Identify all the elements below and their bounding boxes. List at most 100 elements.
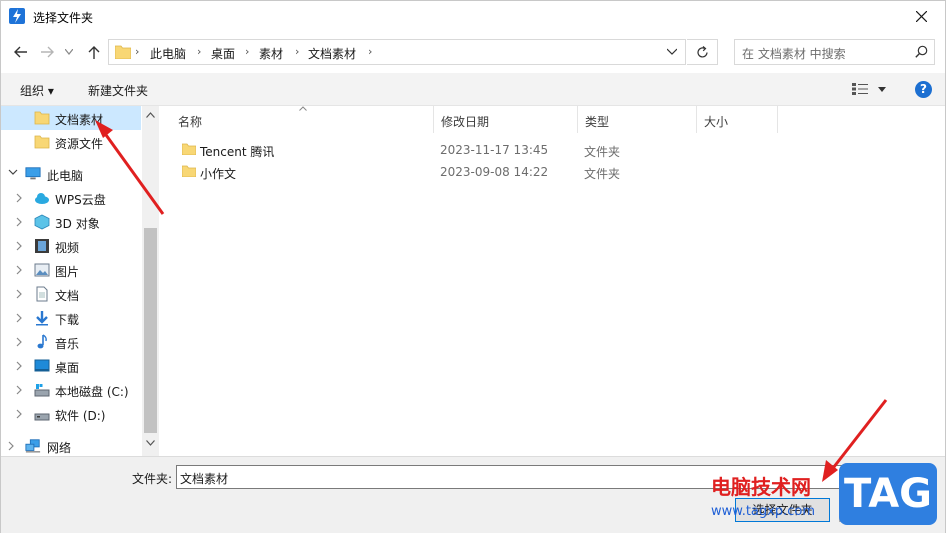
view-options-icon[interactable]: [852, 83, 868, 95]
sidebar-item-desktop[interactable]: 桌面: [1, 354, 141, 378]
back-button[interactable]: [9, 39, 33, 65]
column-header-label: 名称: [178, 115, 203, 129]
breadcrumb-materials[interactable]: 素材: [259, 45, 283, 62]
column-header-date[interactable]: 修改日期: [434, 106, 578, 133]
sidebar-item-drive-c[interactable]: 本地磁盘 (C:): [1, 378, 141, 402]
up-arrow-icon: [88, 46, 100, 59]
file-date: 2023-11-17 13:45: [440, 143, 549, 157]
sidebar-item-label: 文档: [55, 289, 80, 303]
column-header-label: 类型: [585, 115, 610, 129]
sidebar-item-label: 音乐: [55, 337, 80, 351]
breadcrumb-separator: ›: [295, 45, 300, 58]
close-button[interactable]: [899, 1, 945, 32]
chevron-right-icon[interactable]: [16, 265, 23, 275]
caret-down-icon[interactable]: [878, 87, 886, 92]
new-folder-button[interactable]: 新建文件夹: [88, 82, 148, 99]
table-row[interactable]: Tencent 腾讯 2023-11-17 13:45 文件夹: [159, 139, 779, 161]
column-header-name[interactable]: 名称: [171, 106, 434, 133]
network-icon: [25, 439, 41, 453]
desktop-icon: [34, 359, 50, 372]
search-input[interactable]: 在 文档素材 中搜索: [734, 39, 935, 65]
recent-locations-button[interactable]: [61, 39, 77, 65]
forward-button[interactable]: [35, 39, 59, 65]
chevron-down-icon: [65, 49, 73, 55]
sidebar-item-label: 下载: [55, 313, 80, 327]
sidebar-item-drive-d[interactable]: 软件 (D:): [1, 402, 141, 426]
drive-icon: [34, 413, 50, 421]
file-name: Tencent 腾讯: [200, 145, 275, 159]
chevron-right-icon[interactable]: [16, 361, 23, 371]
sidebar-item-label: 本地磁盘 (C:): [55, 385, 129, 399]
chevron-down-icon[interactable]: [8, 169, 18, 176]
breadcrumb-this-pc[interactable]: 此电脑: [150, 45, 186, 62]
up-button[interactable]: [83, 39, 107, 65]
title-bar: 选择文件夹: [1, 1, 945, 32]
chevron-right-icon[interactable]: [16, 193, 23, 203]
breadcrumb-separator: ›: [197, 45, 202, 58]
chevron-right-icon[interactable]: [16, 385, 23, 395]
chevron-right-icon[interactable]: [16, 409, 23, 419]
sidebar-item-label: 视频: [55, 241, 80, 255]
sidebar-item-downloads[interactable]: 下载: [1, 306, 141, 330]
drive-icon: [34, 384, 50, 397]
folder-icon: [115, 45, 131, 59]
column-header-label: 修改日期: [441, 115, 490, 129]
file-type: 文件夹: [584, 145, 621, 159]
close-icon: [916, 11, 927, 22]
sidebar-item-pictures[interactable]: 图片: [1, 258, 141, 282]
refresh-button[interactable]: [687, 39, 718, 65]
chevron-right-icon[interactable]: [8, 441, 15, 451]
file-date: 2023-09-08 14:22: [440, 165, 549, 179]
column-header-label: 大小: [704, 115, 729, 129]
refresh-icon: [697, 46, 708, 58]
column-header-type[interactable]: 类型: [578, 106, 697, 133]
folder-picker-dialog: 选择文件夹 › 此电脑 › 桌面 › 素材 › 文档素材 › 在 文档素材 中搜…: [0, 0, 946, 533]
chevron-right-icon[interactable]: [16, 289, 23, 299]
sidebar-item-label: 此电脑: [47, 169, 84, 183]
folder-field-label: 文件夹:: [132, 472, 173, 486]
annotation-arrow-icon: [95, 120, 165, 215]
3d-objects-icon: [34, 214, 50, 230]
address-bar[interactable]: › 此电脑 › 桌面 › 素材 › 文档素材 ›: [108, 39, 686, 65]
scrollbar-thumb[interactable]: [144, 228, 157, 433]
sidebar-item-music[interactable]: 音乐: [1, 330, 141, 354]
watermark-url: www.tagxp.com: [711, 504, 815, 519]
chevron-right-icon[interactable]: [16, 241, 23, 251]
sidebar-item-network[interactable]: 网络: [1, 434, 141, 458]
scroll-down-icon[interactable]: [146, 440, 155, 446]
folder-icon: [182, 143, 196, 155]
breadcrumb-separator: ›: [245, 45, 250, 58]
table-row[interactable]: 小作文 2023-09-08 14:22 文件夹: [159, 161, 779, 183]
window-title: 选择文件夹: [33, 11, 94, 25]
organize-menu[interactable]: 组织 ▾: [20, 82, 54, 99]
search-icon: [915, 45, 928, 58]
folder-icon: [182, 165, 196, 177]
documents-icon: [36, 286, 48, 302]
sidebar-item-label: 网络: [47, 441, 72, 455]
file-name: 小作文: [200, 167, 237, 181]
chevron-right-icon[interactable]: [16, 313, 23, 323]
cloud-icon: [35, 193, 49, 204]
navigation-bar: › 此电脑 › 桌面 › 素材 › 文档素材 › 在 文档素材 中搜索: [1, 35, 945, 69]
breadcrumb-desktop[interactable]: 桌面: [211, 45, 235, 62]
chevron-right-icon[interactable]: [16, 217, 23, 227]
watermark-tag-logo: TAG: [839, 463, 937, 525]
sidebar-item-documents[interactable]: 文档: [1, 282, 141, 306]
breadcrumb-doc-materials[interactable]: 文档素材: [308, 45, 356, 62]
help-icon[interactable]: ?: [915, 81, 932, 98]
sidebar-item-label: 图片: [55, 265, 80, 279]
computer-icon: [25, 167, 41, 180]
column-header-size[interactable]: 大小: [697, 106, 778, 133]
chevron-down-icon[interactable]: [667, 48, 677, 55]
sidebar-item-label: 软件 (D:): [55, 409, 106, 423]
music-icon: [37, 334, 47, 349]
chevron-right-icon[interactable]: [16, 337, 23, 347]
file-type: 文件夹: [584, 167, 621, 181]
breadcrumb-separator: ›: [135, 45, 140, 58]
back-arrow-icon: [14, 46, 27, 58]
forward-arrow-icon: [41, 46, 54, 58]
lightning-app-icon: [9, 8, 25, 24]
folder-icon: [34, 111, 50, 125]
sort-ascending-icon: [299, 106, 307, 111]
sidebar-item-videos[interactable]: 视频: [1, 234, 141, 258]
